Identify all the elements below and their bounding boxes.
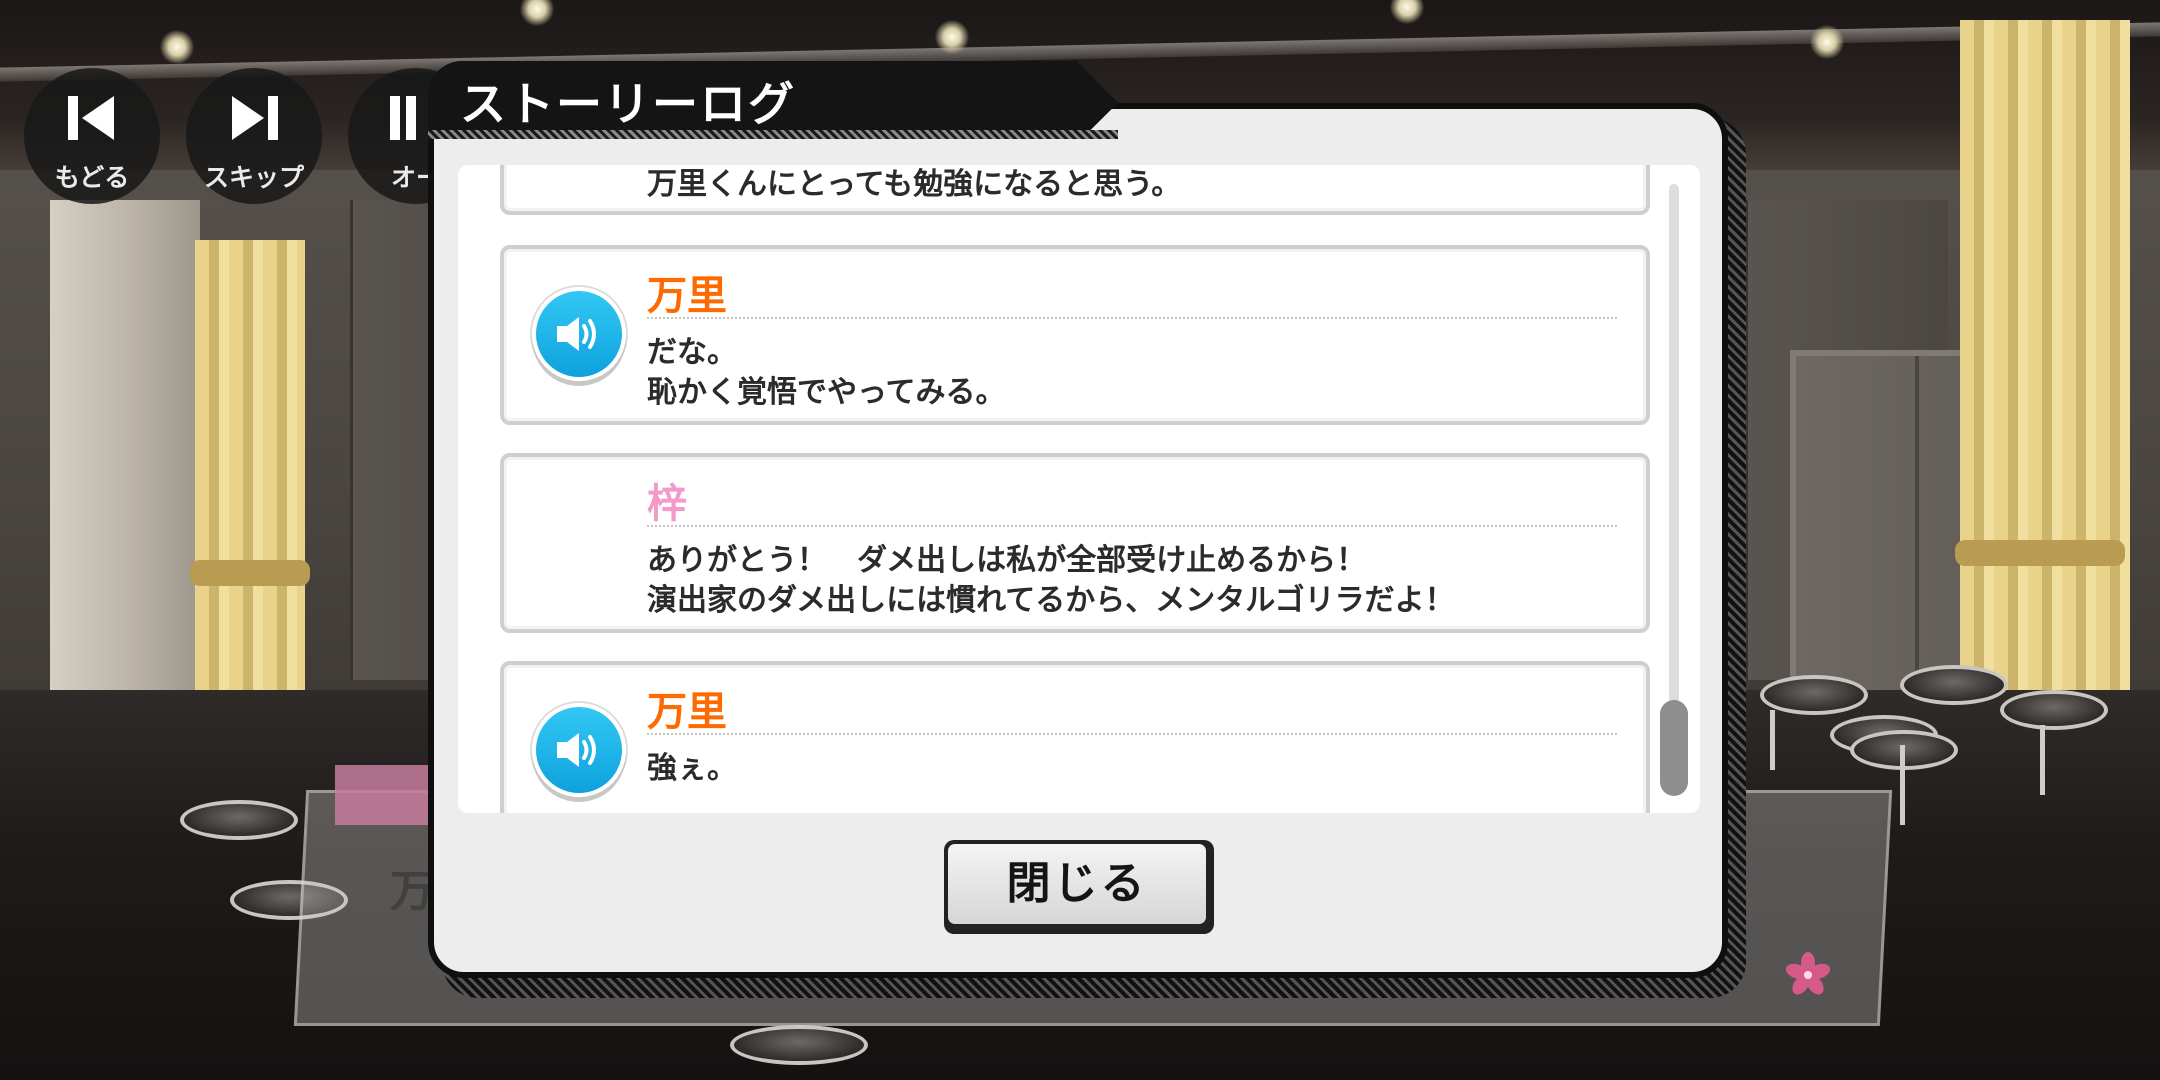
stool <box>180 800 298 840</box>
curtain-tie <box>190 560 310 586</box>
skip-forward-icon <box>232 96 278 140</box>
spotlight <box>935 20 969 54</box>
speaker-icon <box>557 317 596 351</box>
skip-label: スキップ <box>203 163 304 192</box>
log-entry: 万里 だな。 恥かく覚悟でやってみる。 <box>500 245 1650 425</box>
log-line: 演出家のダメ出しには慣れてるから、メンタルゴリラだよ！ <box>647 583 1455 618</box>
speaker-name: 万里 <box>647 689 727 735</box>
log-line: 恥かく覚悟でやってみる。 <box>647 375 1006 410</box>
log-line: だな。 <box>647 335 737 370</box>
name-divider <box>647 525 1617 527</box>
back-label: もどる <box>54 163 130 192</box>
voice-replay-button[interactable] <box>532 287 626 381</box>
voice-replay-button[interactable] <box>532 703 626 797</box>
pillar <box>50 200 200 760</box>
stool <box>1900 665 2008 705</box>
rewind-icon <box>68 96 114 140</box>
log-line: 万里くんにとっても勉強になると思う。 <box>647 167 1182 202</box>
dialog-title: ストーリーログ <box>460 77 796 131</box>
log-line: 強ぇ。 <box>647 751 737 786</box>
stool <box>730 1025 868 1065</box>
speaker-name: 万里 <box>647 273 727 319</box>
log-scroll-area[interactable]: 万里くんにとっても勉強になると思う。 万里 だな。 恥かく覚悟でやってみる。 梓… <box>458 165 1700 813</box>
curtain-tie <box>1955 540 2125 566</box>
door-split <box>1915 356 1919 716</box>
scrollbar-thumb[interactable] <box>1660 700 1688 796</box>
name-divider <box>647 317 1617 319</box>
log-line: ありがとう！ ダメ出しは私が全部受け止めるから！ <box>647 543 1367 578</box>
log-entry: 万里くんにとっても勉強になると思う。 <box>500 165 1650 215</box>
speaker-icon <box>557 733 596 767</box>
log-entry: 梓 ありがとう！ ダメ出しは私が全部受け止めるから！ 演出家のダメ出しには慣れて… <box>500 453 1650 633</box>
close-button[interactable]: 閉じる <box>944 840 1214 934</box>
skip-button[interactable]: スキップ <box>186 68 322 204</box>
spotlight <box>160 30 194 64</box>
name-divider <box>647 733 1617 735</box>
stool <box>1760 675 1868 715</box>
spotlight <box>1810 25 1844 59</box>
log-entry: 万里 強ぇ。 <box>500 661 1650 813</box>
sakura-icon <box>1785 952 1831 995</box>
close-label: 閉じる <box>948 844 1206 924</box>
stool-leg <box>1900 745 1905 825</box>
stool-leg <box>2040 725 2045 795</box>
stool-leg <box>1770 710 1775 770</box>
stool <box>2000 690 2108 730</box>
speaker-name: 梓 <box>647 481 687 527</box>
back-button[interactable]: もどる <box>24 68 160 204</box>
